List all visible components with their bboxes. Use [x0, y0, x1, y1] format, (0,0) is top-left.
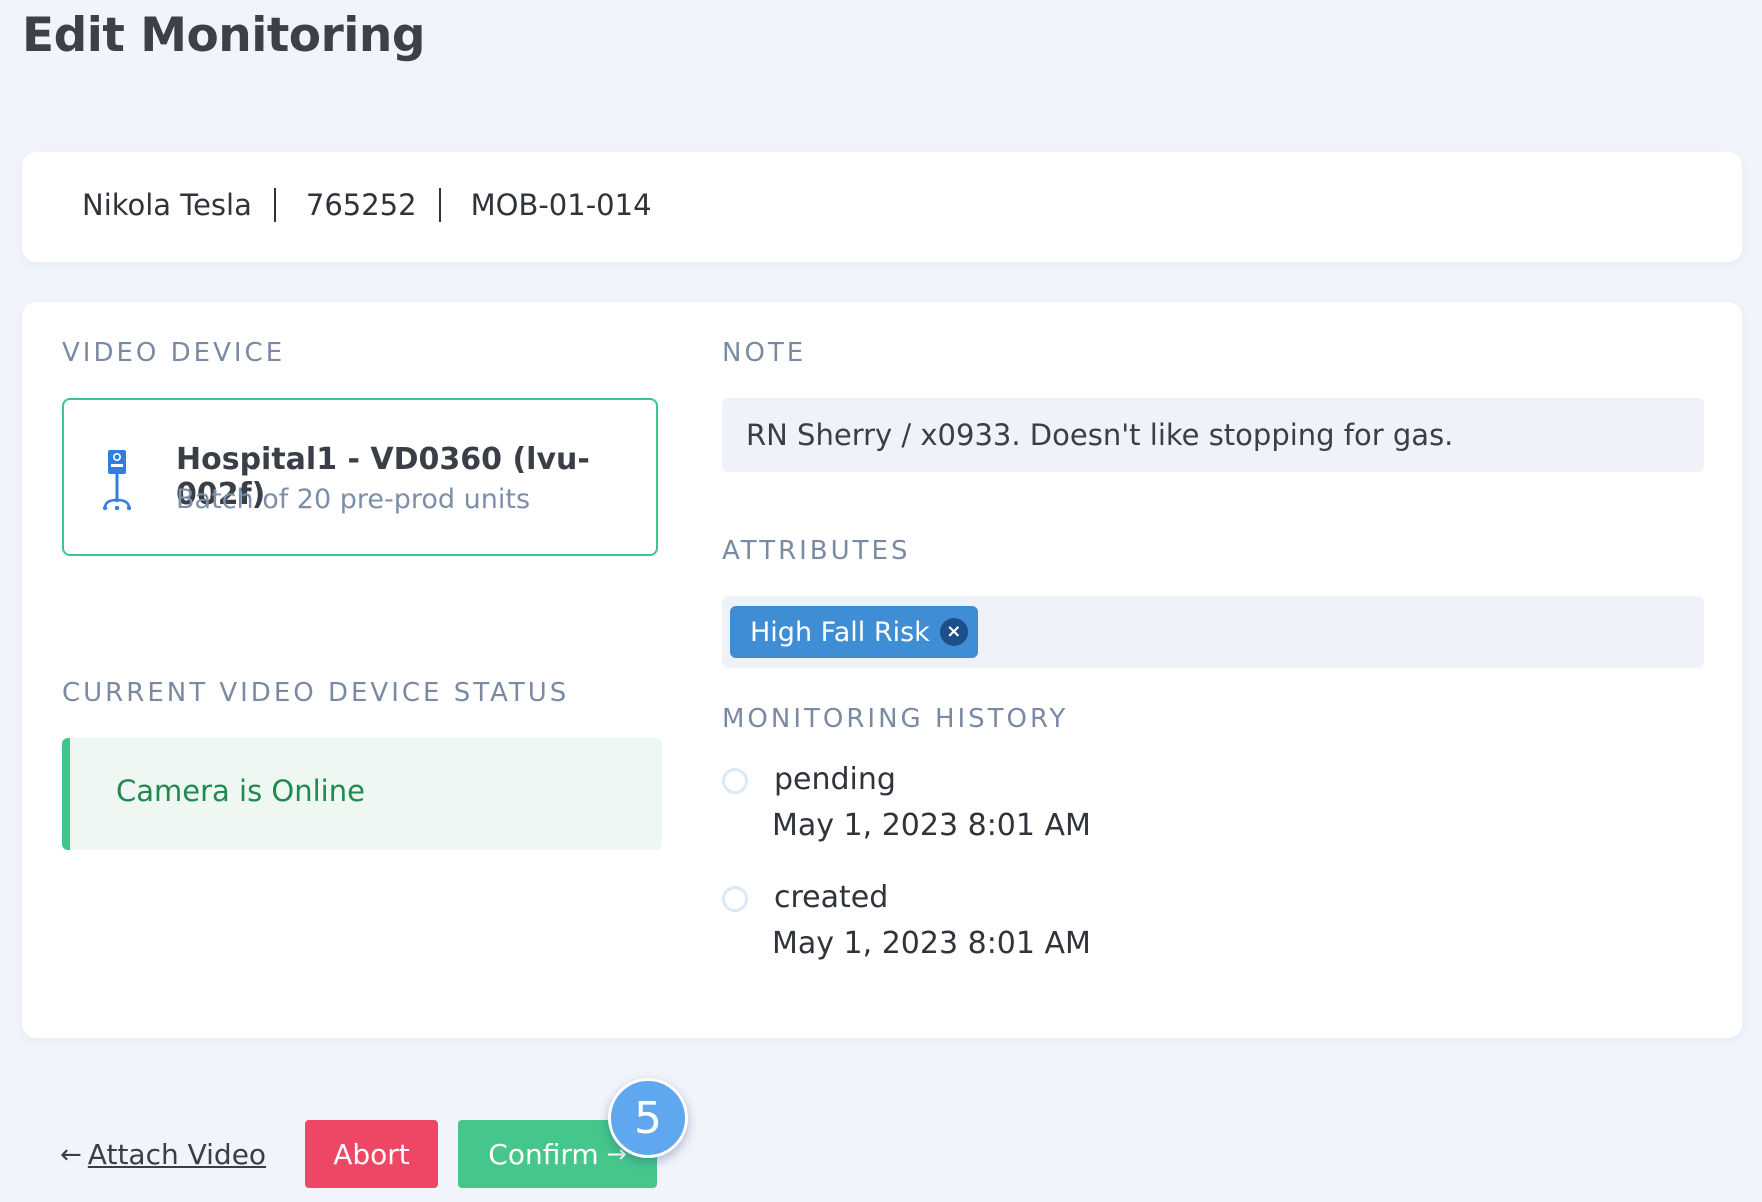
device-status-label: CURRENT VIDEO DEVICE STATUS [62, 678, 570, 708]
history-status: pending [774, 762, 896, 797]
patient-summary: Nikola Tesla 765252 MOB-01-014 [82, 188, 652, 222]
monitoring-history-label: MONITORING HISTORY [722, 704, 1069, 734]
attach-video-link[interactable]: ← Attach Video [60, 1138, 266, 1171]
note-value: RN Sherry / x0933. Doesn't like stopping… [746, 418, 1454, 452]
device-description: Batch of 20 pre-prod units [176, 484, 531, 515]
close-icon[interactable]: × [939, 618, 968, 646]
attribute-tag-label: High Fall Risk [750, 616, 930, 648]
arrow-left-icon: ← [60, 1139, 82, 1170]
attributes-field[interactable]: High Fall Risk × [722, 596, 1704, 668]
patient-info-card: Nikola Tesla 765252 MOB-01-014 [22, 152, 1742, 262]
history-timestamp: May 1, 2023 8:01 AM [772, 926, 1091, 961]
divider [273, 188, 276, 222]
step-number-badge: 5 [608, 1078, 688, 1158]
confirm-label: Confirm [488, 1137, 599, 1171]
device-status-text: Camera is Online [116, 774, 365, 808]
history-status: created [774, 880, 889, 915]
device-status-alert: Camera is Online [62, 738, 662, 850]
divider [438, 188, 441, 222]
iv-pole-camera-icon [102, 450, 132, 510]
history-radio[interactable] [722, 886, 748, 912]
attribute-tag-high-fall-risk[interactable]: High Fall Risk × [730, 606, 978, 658]
patient-id: 765252 [305, 188, 417, 222]
monitoring-details-card: VIDEO DEVICE Hospital1 - VD0360 (lvu-002… [22, 302, 1742, 1038]
abort-button[interactable]: Abort [305, 1120, 438, 1188]
note-field[interactable]: RN Sherry / x0933. Doesn't like stopping… [722, 398, 1704, 472]
history-timestamp: May 1, 2023 8:01 AM [772, 808, 1091, 843]
history-radio[interactable] [722, 768, 748, 794]
page-title: Edit Monitoring [22, 8, 425, 63]
patient-name: Nikola Tesla [82, 188, 252, 222]
patient-room: MOB-01-014 [470, 188, 652, 222]
video-device-card[interactable]: Hospital1 - VD0360 (lvu-002f) Batch of 2… [62, 398, 658, 556]
attributes-label: ATTRIBUTES [722, 536, 911, 566]
abort-label: Abort [333, 1137, 410, 1171]
video-device-label: VIDEO DEVICE [62, 338, 286, 368]
attach-video-label: Attach Video [87, 1138, 267, 1171]
note-label: NOTE [722, 338, 807, 368]
